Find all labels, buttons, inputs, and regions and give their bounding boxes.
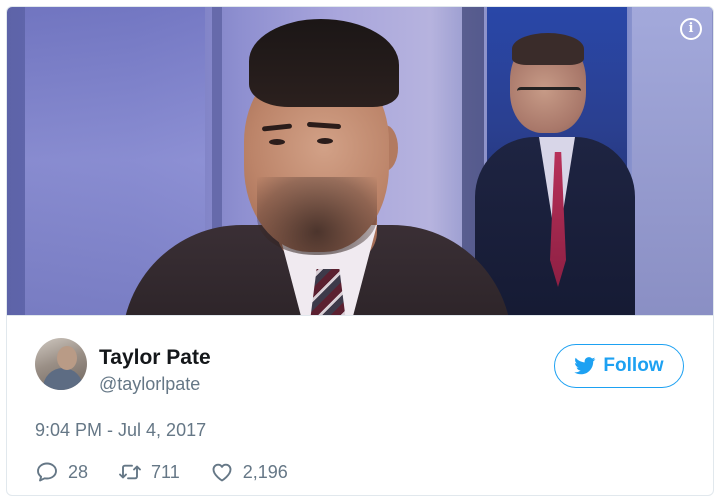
tweet-body: Taylor Pate @taylorlpate Follow 9:04 PM …	[7, 315, 713, 495]
like-count: 2,196	[242, 461, 288, 482]
subject-beard	[257, 177, 377, 255]
reply-icon	[37, 462, 57, 482]
tweet-actions: 28 711 2,196	[35, 459, 318, 485]
follow-button[interactable]: Follow	[554, 344, 684, 388]
follow-button-label: Follow	[603, 355, 664, 376]
tweet-media-photo[interactable]: i	[7, 7, 713, 315]
avatar-figure	[57, 346, 77, 370]
subject-hair	[249, 19, 399, 107]
author-handle[interactable]: @taylorlpate	[99, 374, 200, 395]
retweet-icon	[119, 464, 141, 480]
background-person-glasses	[517, 87, 581, 101]
heart-icon	[212, 463, 232, 482]
embedded-tweet-card[interactable]: i Taylor Pate @taylorlpate Follow 9:04 P…	[6, 6, 714, 496]
subject-eye	[269, 139, 285, 145]
reply-action[interactable]: 28	[35, 460, 88, 484]
author-name[interactable]: Taylor Pate	[99, 346, 211, 370]
like-action[interactable]: 2,196	[210, 460, 288, 484]
background-person-hair	[512, 33, 584, 65]
avatar-figure	[43, 368, 83, 390]
subject-eye	[317, 138, 333, 144]
tweet-timestamp[interactable]: 9:04 PM - Jul 4, 2017	[35, 420, 206, 441]
studio-background	[632, 7, 712, 315]
avatar[interactable]	[35, 338, 87, 390]
reply-count: 28	[68, 461, 89, 482]
retweet-count: 711	[151, 461, 180, 482]
twitter-bird-icon	[574, 357, 596, 375]
retweet-action[interactable]: 711	[118, 460, 180, 484]
info-icon[interactable]: i	[680, 18, 702, 40]
